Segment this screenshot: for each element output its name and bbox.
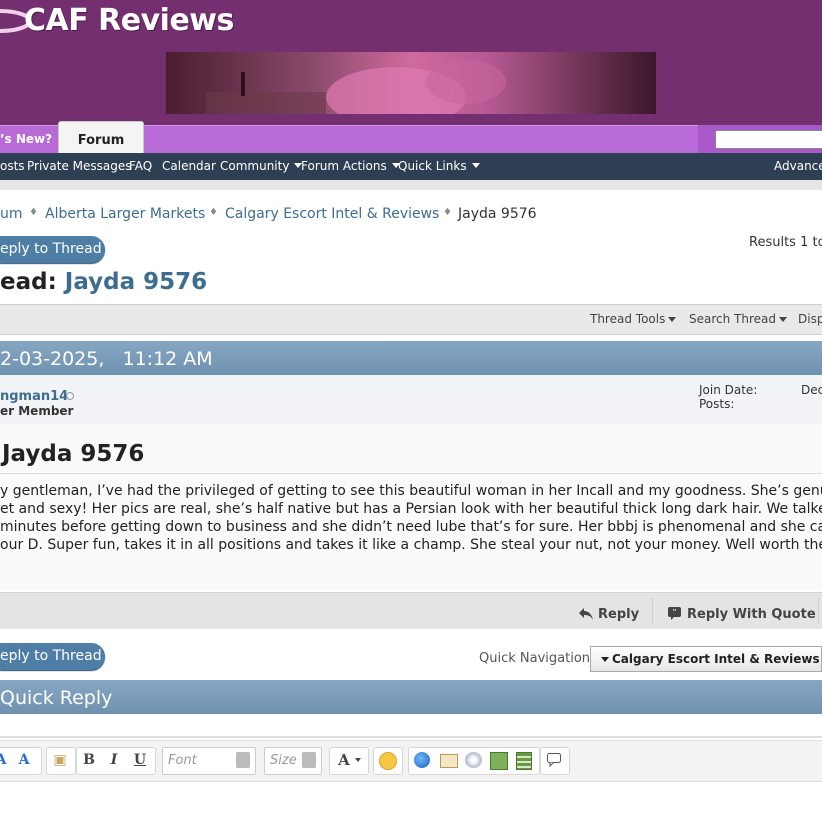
chevron-down-icon	[355, 758, 361, 762]
breadcrumb-separator-icon: ♦	[443, 207, 452, 218]
reply-icon	[579, 608, 593, 620]
chevron-down-icon	[236, 752, 250, 768]
results-count: Results 1 to	[749, 235, 822, 250]
italic-icon[interactable]: I	[105, 751, 123, 769]
join-date-value: Dec	[801, 383, 822, 397]
reply-button[interactable]: Reply	[598, 607, 639, 622]
breadcrumb-separator-icon: ♦	[29, 207, 38, 218]
nav-item-community[interactable]: Community	[220, 159, 303, 173]
reply-to-thread-button[interactable]: eply to Thread	[0, 236, 105, 263]
post-body-line: et and sexy! Her pics are real, she’s ha…	[0, 501, 822, 517]
thread-tools-label: Thread Tools	[590, 312, 666, 326]
media-icon[interactable]	[516, 752, 532, 770]
text-color-icon[interactable]: A	[335, 751, 353, 769]
post-time: 11:12 AM	[122, 348, 213, 370]
video-icon[interactable]	[490, 752, 508, 770]
breadcrumb-separator-icon: ♦	[209, 207, 218, 218]
breadcrumb-forum[interactable]: um	[0, 206, 23, 222]
breadcrumb-current: Jayda 9576	[458, 206, 537, 222]
post-username[interactable]: ngman14	[0, 389, 68, 404]
breadcrumb-alberta-larger-markets[interactable]: Alberta Larger Markets	[45, 206, 205, 222]
search-input[interactable]	[715, 130, 822, 149]
nav-item-label: Community	[220, 159, 290, 173]
email-icon[interactable]	[440, 754, 458, 768]
quote-block-icon[interactable]	[546, 752, 562, 768]
quick-navigation-selected: Calgary Escort Intel & Reviews	[612, 652, 820, 666]
image-icon[interactable]	[465, 752, 482, 768]
divider	[0, 180, 822, 190]
bold-icon[interactable]: B	[80, 751, 98, 769]
divider	[652, 598, 653, 624]
quick-reply-header	[0, 680, 822, 714]
post-body-line: y gentleman, I’ve had the privileged of …	[0, 483, 822, 499]
join-date-label: Join Date:	[699, 383, 758, 397]
tab-forum[interactable]: Forum	[58, 121, 144, 154]
thread-title-link[interactable]: Jayda 9576	[65, 269, 207, 295]
divider	[0, 736, 822, 738]
remove-format-icon[interactable]: A	[0, 751, 10, 769]
spellcheck-icon[interactable]: A	[15, 751, 33, 769]
nav-item-label: Quick Links	[398, 159, 467, 173]
nav-item-forum-actions[interactable]: Forum Actions	[301, 159, 400, 173]
thread-tools-menu[interactable]: Thread Tools	[590, 312, 677, 326]
smiley-icon[interactable]	[379, 752, 397, 770]
post-body-line: our D. Super fun, takes it in all positi…	[0, 537, 822, 553]
search-thread-label: Search Thread	[689, 312, 776, 326]
site-logo[interactable]: CAF Reviews	[24, 3, 234, 38]
nav-item-quick-links[interactable]: Quick Links	[398, 159, 480, 173]
post-title: Jayda 9576	[2, 441, 145, 467]
chevron-down-icon	[601, 657, 609, 662]
reply-with-quote-button[interactable]: Reply With Quote	[687, 607, 816, 622]
font-placeholder: Font	[168, 753, 197, 768]
nav-advanced-search[interactable]: Advanced	[774, 159, 822, 173]
thread-title-prefix: ead:	[0, 269, 57, 295]
quick-reply-title: Quick Reply	[0, 687, 113, 709]
size-placeholder: Size	[270, 753, 297, 768]
quick-navigation-label: Quick Navigation	[479, 651, 591, 666]
nav-item-faq[interactable]: FAQ	[129, 159, 152, 173]
post-body-line: minutes before getting down to business …	[0, 519, 822, 535]
nav-item-private-messages[interactable]: Private Messages	[27, 159, 132, 173]
font-select[interactable]: Font	[162, 747, 256, 775]
header-banner	[166, 52, 656, 114]
thread-title: ead: Jayda 9576	[0, 269, 207, 295]
nav-item-label: Forum Actions	[301, 159, 387, 173]
nav-item-calendar[interactable]: Calendar	[162, 159, 216, 173]
search-thread-menu[interactable]: Search Thread	[689, 312, 787, 326]
size-select[interactable]: Size	[264, 747, 322, 775]
user-title: er Member	[0, 404, 74, 418]
divider	[818, 598, 819, 624]
chevron-down-icon	[779, 317, 787, 322]
chevron-down-icon	[302, 752, 316, 768]
breadcrumb-calgary-escort-intel[interactable]: Calgary Escort Intel & Reviews	[225, 206, 439, 222]
nav-item-new-posts[interactable]: osts	[0, 159, 25, 173]
svg-text:”: ”	[672, 608, 676, 617]
posts-label: Posts:	[699, 397, 735, 411]
reply-to-thread-button-bottom[interactable]: eply to Thread	[0, 643, 105, 670]
quote-icon: ”	[668, 607, 681, 620]
offline-status-icon	[66, 392, 74, 400]
display-menu[interactable]: Disp	[798, 312, 822, 326]
quick-navigation-select[interactable]: Calgary Escort Intel & Reviews	[590, 646, 822, 672]
tab-whats-new[interactable]: ’s New?	[0, 132, 52, 146]
underline-icon[interactable]: U	[131, 751, 149, 769]
link-icon[interactable]	[414, 752, 430, 768]
post-date: 2-03-2025,	[0, 348, 105, 370]
paste-icon[interactable]: ▣	[51, 751, 69, 769]
chevron-down-icon	[668, 317, 677, 322]
chevron-down-icon	[471, 163, 480, 168]
post-datetime: 2-03-2025, 11:12 AM	[0, 348, 213, 370]
divider	[0, 473, 822, 474]
